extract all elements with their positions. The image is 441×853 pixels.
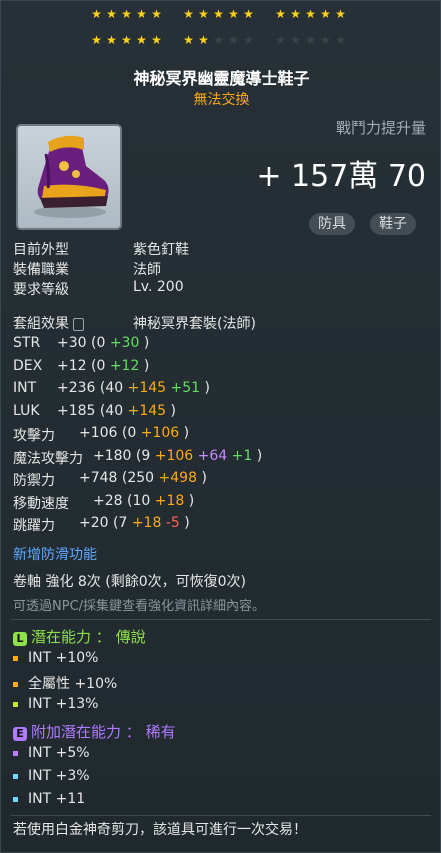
stat-value: +20 (7 +18 -5 )	[79, 515, 190, 531]
potential-line: INT +3%	[13, 768, 90, 784]
stat-name: STR	[13, 335, 41, 351]
star-empty-icon: ★	[228, 33, 239, 47]
stat-value: +236 (40 +145 +51 )	[57, 380, 211, 396]
bullet-icon	[13, 701, 18, 707]
star-filled-icon: ★	[213, 7, 224, 21]
stat-name: DEX	[13, 357, 43, 374]
star-filled-icon: ★	[121, 33, 132, 47]
item-name: 神秘冥界幽靈魔導士鞋子	[133, 69, 310, 88]
star-filled-icon: ★	[91, 33, 102, 47]
star-empty-icon: ★	[305, 33, 316, 47]
stat-name: 魔法攻擊力	[13, 450, 83, 467]
info-label: 裝備職業	[13, 262, 69, 278]
trade-status: 無法交換	[193, 92, 250, 108]
scroll-note: 可透過NPC/採集鍵查看強化資訊詳細內容。	[13, 599, 266, 614]
star-filled-icon: ★	[290, 7, 301, 21]
anti-slip-feature: 新增防滑功能	[13, 547, 97, 563]
tag-shoes: 鞋子	[370, 213, 416, 235]
star-filled-icon: ★	[228, 7, 239, 21]
item-tooltip: ★ ★ ★ ★ ★ ★ ★ ★ ★ ★ ★ ★ ★ ★ ★ ★ ★ ★ ★ ★ ★ ★ ★ ★ ★ ★ ★ ★ ★ ★ 神秘冥界幽靈魔導士…	[0, 0, 441, 853]
stat-name: 防禦力	[13, 473, 55, 489]
stat-name: 攻擊力	[13, 428, 55, 444]
info-value: 法師	[133, 262, 161, 278]
item-icon-frame	[16, 124, 122, 230]
star-filled-icon: ★	[106, 7, 117, 21]
star-filled-icon: ★	[183, 33, 194, 47]
legendary-badge: L	[13, 632, 27, 646]
stat-value: +30 (0 +30 )	[57, 335, 150, 351]
divider	[11, 619, 431, 620]
star-filled-icon: ★	[91, 7, 102, 21]
info-label: 要求等級	[13, 282, 69, 298]
bullet-icon	[13, 750, 18, 756]
potential-header: L 潛在能力 ： 傳說	[13, 626, 146, 647]
unique-badge: E	[13, 727, 27, 741]
info-label: 目前外型	[13, 242, 69, 258]
star-empty-icon: ★	[243, 33, 254, 47]
boot-icon	[34, 135, 109, 218]
stat-name: INT	[13, 380, 37, 396]
star-filled-icon: ★	[136, 7, 147, 21]
power-increase-label: 戰鬥力提升量	[335, 119, 426, 137]
bonus-potential-header: E 附加潛在能力 ： 稀有	[13, 721, 176, 742]
bullet-icon	[13, 655, 18, 661]
star-filled-icon: ★	[106, 33, 117, 47]
info-value: Lv. 200	[133, 279, 184, 295]
tag-armor: 防具	[309, 213, 355, 235]
star-filled-icon: ★	[335, 7, 346, 21]
potential-line: INT +10%	[13, 650, 98, 666]
power-increase-value: + 157萬 70	[256, 159, 426, 194]
bullet-icon	[13, 681, 18, 687]
star-empty-icon: ★	[335, 33, 346, 47]
stat-value: +28 (10 +18 )	[93, 492, 195, 509]
scroll-upgrade-info: 卷軸 強化 8次 (剩餘0次，可恢復0次)	[13, 574, 246, 590]
stat-value: +12 (0 +12 )	[57, 357, 150, 374]
stat-name: 移動速度	[13, 495, 69, 512]
potential-line: INT +13%	[13, 696, 98, 712]
star-filled-icon: ★	[121, 7, 132, 21]
star-filled-icon: ★	[320, 7, 331, 21]
scissors-note: 若使用白金神奇剪刀，該道具可進行一次交易！	[13, 822, 307, 838]
bullet-icon	[13, 773, 18, 779]
stat-name: 跳躍力	[13, 518, 55, 534]
star-filled-icon: ★	[183, 7, 194, 21]
stat-name: LUK	[13, 402, 40, 419]
bullet-icon	[13, 796, 18, 802]
potential-line: INT +5%	[13, 745, 90, 761]
star-filled-icon: ★	[151, 33, 162, 47]
divider	[11, 815, 431, 816]
star-filled-icon: ★	[198, 7, 209, 21]
star-empty-icon: ★	[213, 33, 224, 47]
set-effect-value: 神秘冥界套裝(法師)	[133, 316, 256, 332]
stat-value: +748 (250 +498 )	[79, 470, 207, 486]
star-empty-icon: ★	[290, 33, 301, 47]
star-filled-icon: ★	[243, 7, 254, 21]
potential-line: 全屬性 +10%	[13, 673, 117, 693]
star-filled-icon: ★	[151, 7, 162, 21]
info-value: 紫色釘鞋	[133, 242, 189, 258]
potential-line: INT +11	[13, 791, 85, 807]
star-filled-icon: ★	[136, 33, 147, 47]
stat-value: +180 (9 +106 +64 +1 )	[93, 447, 263, 464]
star-filled-icon: ★	[198, 33, 209, 47]
star-empty-icon: ★	[275, 33, 286, 47]
star-filled-icon: ★	[275, 7, 286, 21]
stat-value: +106 (0 +106 )	[79, 425, 190, 441]
star-filled-icon: ★	[305, 7, 316, 21]
set-effect-label: 套組效果	[13, 313, 85, 333]
star-empty-icon: ★	[320, 33, 331, 47]
stat-value: +185 (40 +145 )	[57, 402, 177, 419]
